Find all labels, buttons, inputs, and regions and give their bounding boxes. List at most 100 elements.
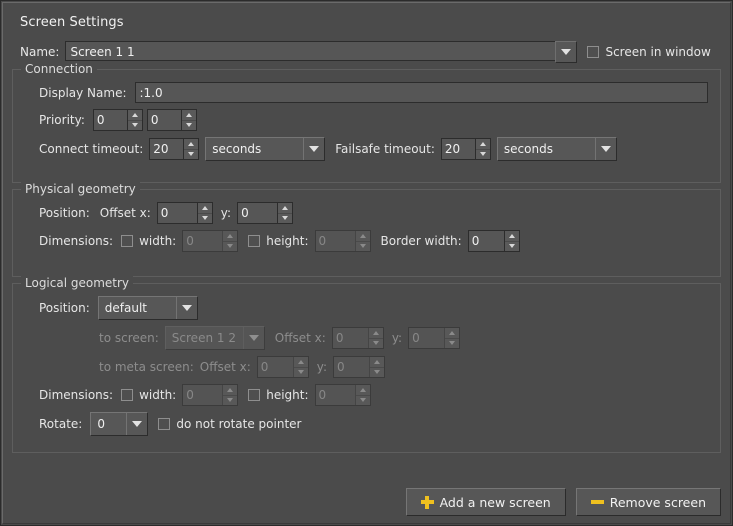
spin-up-button[interactable] <box>127 110 142 121</box>
logical-width-checkbox[interactable] <box>121 389 134 401</box>
spin-down-button[interactable] <box>128 121 142 131</box>
spin-up-button[interactable] <box>223 385 238 396</box>
triangle-down-icon <box>201 216 208 221</box>
triangle-up-icon <box>479 141 486 146</box>
plus-icon <box>420 495 434 509</box>
triangle-down-icon <box>227 398 234 403</box>
spin-up-button[interactable] <box>368 328 383 339</box>
chevron-down-icon <box>248 335 259 341</box>
failsafe-timeout-spin-buttons[interactable] <box>474 139 490 160</box>
rotate-combobox[interactable]: 0 <box>90 412 149 436</box>
screen-name-input[interactable]: Screen 1 1 <box>65 41 556 61</box>
logical-width-spinbox[interactable]: 0 <box>182 384 239 406</box>
spin-up-button[interactable] <box>223 231 238 242</box>
logical-width-label: width: <box>139 388 177 402</box>
spin-down-button[interactable] <box>223 396 237 406</box>
to-meta-offset-x-spin-buttons[interactable] <box>292 357 308 378</box>
to-screen-offset-y-spin-buttons[interactable] <box>444 328 460 349</box>
logical-geometry-group-title: Logical geometry <box>21 276 134 290</box>
triangle-up-icon <box>374 359 381 364</box>
display-name-input[interactable]: :1.0 <box>134 82 708 103</box>
priority-primary-spin-buttons[interactable] <box>126 110 142 131</box>
to-screen-offset-x-spinbox[interactable]: 0 <box>331 327 384 349</box>
physical-offset-x-spin-buttons[interactable] <box>196 203 212 224</box>
spin-up-button[interactable] <box>278 203 293 214</box>
priority-secondary-spinbox[interactable]: 0 <box>146 109 197 131</box>
spin-down-button[interactable] <box>223 242 237 252</box>
spin-down-button[interactable] <box>356 396 370 406</box>
border-width-spin-buttons[interactable] <box>503 231 519 252</box>
spin-down-button[interactable] <box>198 214 212 224</box>
logical-width-spin-buttons[interactable] <box>222 385 238 406</box>
connect-timeout-spin-buttons[interactable] <box>183 139 199 160</box>
priority-primary-spinbox[interactable]: 0 <box>92 109 143 131</box>
to-screen-combobox[interactable]: Screen 1 2 <box>164 326 265 350</box>
to-screen-offset-y-spinbox[interactable]: 0 <box>408 327 461 349</box>
logical-position-combobox[interactable]: default <box>97 296 198 320</box>
logical-height-spinbox[interactable]: 0 <box>314 384 371 406</box>
do-not-rotate-pointer-checkbox[interactable] <box>158 418 171 430</box>
logical-dimensions-label: Dimensions: <box>39 388 114 402</box>
logical-height-label: height: <box>266 388 309 402</box>
logical-height-checkbox[interactable] <box>248 389 261 401</box>
screen-name-dropdown-button[interactable] <box>555 41 578 63</box>
spin-down-button[interactable] <box>445 339 459 349</box>
physical-width-spinbox[interactable]: 0 <box>182 230 239 252</box>
spin-up-button[interactable] <box>181 110 196 121</box>
connect-timeout-unit-arrow[interactable] <box>303 138 324 160</box>
spin-down-button[interactable] <box>369 339 383 349</box>
triangle-down-icon <box>508 244 515 249</box>
physical-offset-y-spin-buttons[interactable] <box>277 203 293 224</box>
chevron-down-icon <box>600 146 611 152</box>
to-screen-row: to screen: Screen 1 2 Offset x: 0 y: 0 <box>99 326 712 350</box>
triangle-down-icon <box>359 398 366 403</box>
spin-down-button[interactable] <box>182 121 196 131</box>
physical-width-spin-buttons[interactable] <box>222 231 238 252</box>
spin-up-button[interactable] <box>445 328 460 339</box>
spin-down-button[interactable] <box>476 150 490 160</box>
to-screen-offset-x-spin-buttons[interactable] <box>367 328 383 349</box>
failsafe-timeout-unit-arrow[interactable] <box>594 138 616 160</box>
display-name-label: Display Name: <box>39 85 127 100</box>
spin-up-button[interactable] <box>504 231 519 242</box>
spin-down-button[interactable] <box>370 368 384 378</box>
spin-down-button[interactable] <box>294 368 308 378</box>
physical-offset-x-spinbox[interactable]: 0 <box>156 202 213 224</box>
spin-up-button[interactable] <box>355 385 370 396</box>
triangle-down-icon <box>227 244 234 249</box>
logical-height-spin-buttons[interactable] <box>354 385 370 406</box>
spin-up-button[interactable] <box>197 203 212 214</box>
to-meta-offset-y-spin-buttons[interactable] <box>369 357 385 378</box>
failsafe-timeout-unit-combobox[interactable]: seconds <box>496 137 617 161</box>
add-new-screen-button[interactable]: Add a new screen <box>405 488 566 516</box>
to-meta-offset-x-spinbox[interactable]: 0 <box>256 356 309 378</box>
spin-down-button[interactable] <box>278 214 292 224</box>
spin-down-button[interactable] <box>184 150 198 160</box>
screen-name-combobox[interactable]: Screen 1 1 <box>65 41 578 63</box>
triangle-down-icon <box>131 123 138 128</box>
physical-width-checkbox[interactable] <box>121 235 134 247</box>
chevron-down-icon <box>561 49 572 55</box>
to-meta-offset-y-spinbox[interactable]: 0 <box>333 356 386 378</box>
spin-up-button[interactable] <box>370 357 385 368</box>
physical-height-spinbox[interactable]: 0 <box>314 230 371 252</box>
spin-up-button[interactable] <box>475 139 490 150</box>
spin-up-button[interactable] <box>293 357 308 368</box>
screen-in-window-checkbox[interactable] <box>587 46 600 58</box>
remove-screen-button[interactable]: Remove screen <box>575 488 721 516</box>
spin-down-button[interactable] <box>505 242 519 252</box>
failsafe-timeout-spinbox[interactable]: 20 <box>440 138 491 160</box>
connect-timeout-unit-combobox[interactable]: seconds <box>205 137 326 161</box>
border-width-spinbox[interactable]: 0 <box>467 230 520 252</box>
physical-height-spin-buttons[interactable] <box>354 231 370 252</box>
spin-down-button[interactable] <box>356 242 370 252</box>
rotate-arrow[interactable] <box>126 413 147 435</box>
spin-up-button[interactable] <box>355 231 370 242</box>
priority-secondary-spin-buttons[interactable] <box>180 110 196 131</box>
to-screen-arrow[interactable] <box>242 327 264 349</box>
logical-position-arrow[interactable] <box>175 297 197 319</box>
physical-offset-y-spinbox[interactable]: 0 <box>237 202 294 224</box>
connect-timeout-spinbox[interactable]: 20 <box>149 138 200 160</box>
spin-up-button[interactable] <box>184 139 199 150</box>
physical-height-checkbox[interactable] <box>248 235 261 247</box>
